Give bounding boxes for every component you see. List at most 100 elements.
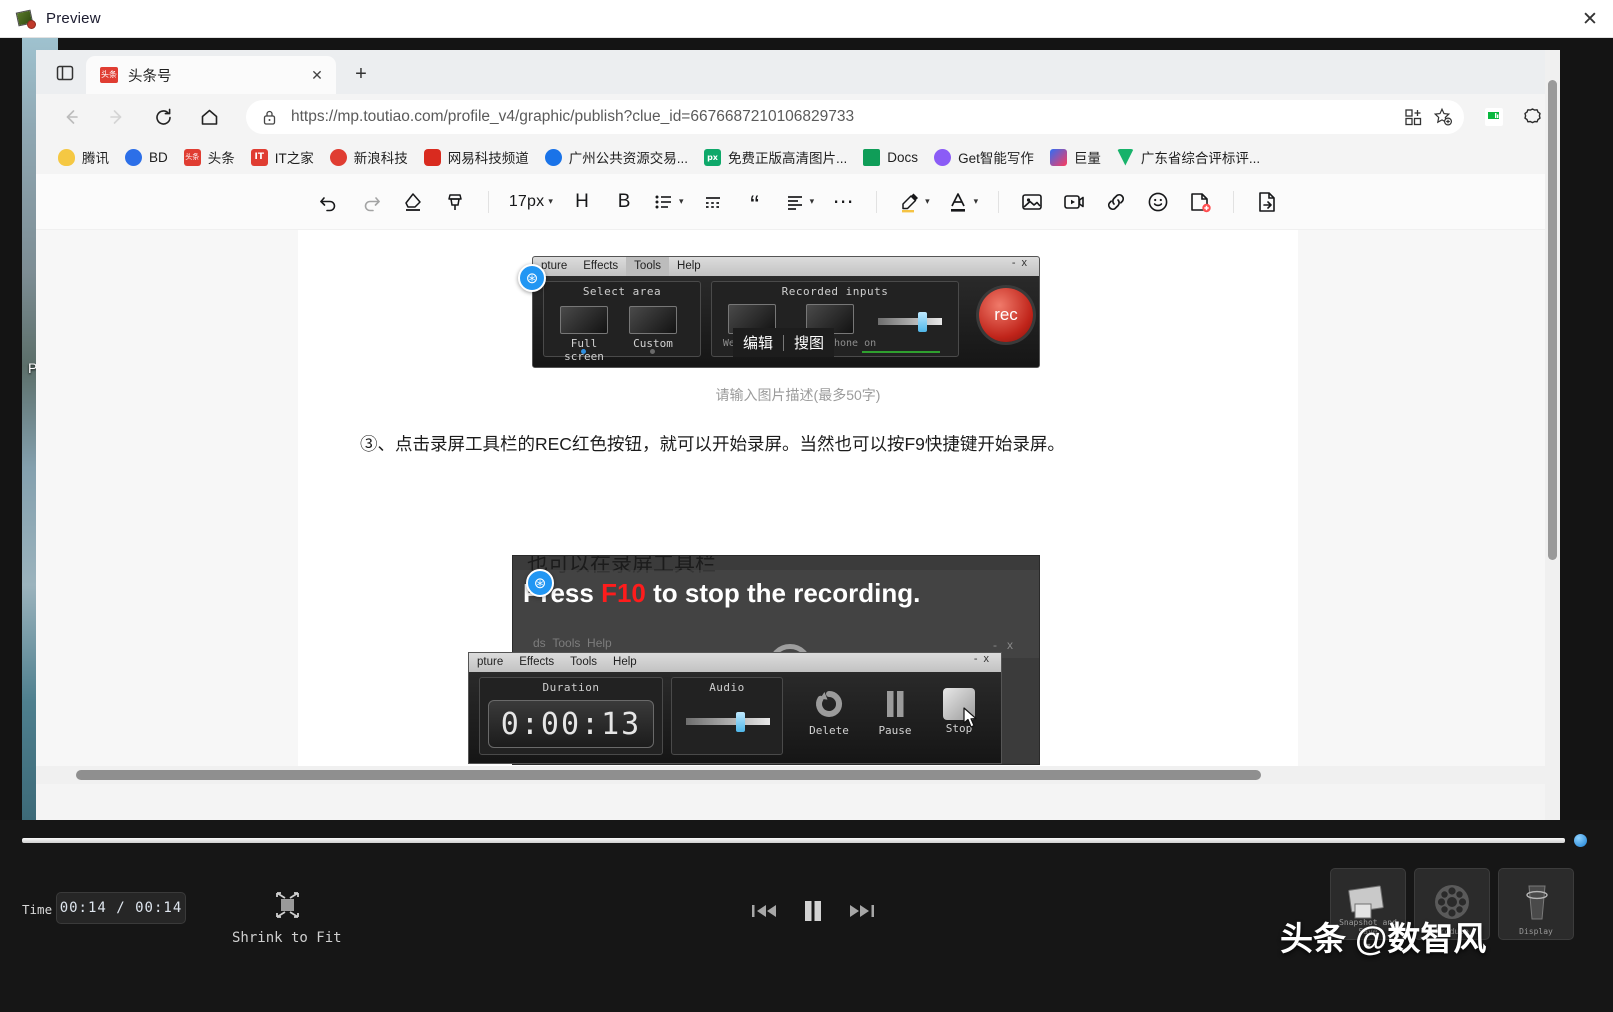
- image-collect-badge-icon[interactable]: ⊛: [526, 569, 554, 597]
- collections-icon[interactable]: [1398, 102, 1428, 132]
- recorder-minimize[interactable]: -: [1012, 257, 1022, 269]
- bookmark-item[interactable]: 广州公共资源交易...: [537, 144, 696, 170]
- align-icon[interactable]: ▾: [778, 183, 821, 221]
- vertical-scrollbar[interactable]: [1545, 50, 1560, 820]
- menu-help[interactable]: Help: [605, 653, 645, 672]
- tencent-qq-icon: [58, 149, 75, 166]
- playback-progress-knob[interactable]: [1574, 834, 1587, 847]
- save-snapshot-tile[interactable]: Snapshot and Save ▼: [1330, 868, 1406, 940]
- insert-emoji-icon[interactable]: [1139, 183, 1177, 221]
- display-tile[interactable]: Display: [1498, 868, 1574, 940]
- google-docs-icon: [863, 149, 880, 166]
- recording-minimize[interactable]: -: [974, 653, 984, 665]
- vertical-scroll-thumb[interactable]: [1548, 80, 1557, 560]
- highlight-icon[interactable]: ▾: [891, 183, 936, 221]
- export-icon[interactable]: [1248, 183, 1286, 221]
- insert-image-icon[interactable]: [1013, 183, 1051, 221]
- chevron-down-icon: ▾: [548, 196, 553, 207]
- wechat-extension-icon[interactable]: [1478, 101, 1510, 133]
- address-bar[interactable]: https://mp.toutiao.com/profile_v4/graphi…: [246, 100, 1464, 134]
- home-icon[interactable]: [192, 100, 226, 134]
- audio-level-slider[interactable]: [878, 318, 942, 325]
- overlay-search-button[interactable]: 搜图: [794, 332, 824, 353]
- next-frame-icon[interactable]: [848, 900, 876, 922]
- bold-button[interactable]: B: [605, 183, 643, 221]
- bullet-list-icon[interactable]: ▾: [647, 183, 690, 221]
- overlay-edit-button[interactable]: 编辑: [743, 332, 773, 353]
- stop-button[interactable]: Stop: [929, 686, 989, 735]
- recorder-close[interactable]: x: [1022, 257, 1034, 269]
- bookmark-item[interactable]: 腾讯: [50, 144, 117, 170]
- document-image-1[interactable]: pture Effects Tools Help -x: [532, 256, 1040, 368]
- menu-tools[interactable]: Tools: [626, 257, 669, 276]
- menu-effects[interactable]: Effects: [575, 257, 626, 276]
- recording-close[interactable]: x: [984, 653, 996, 665]
- rec-button[interactable]: rec: [979, 288, 1033, 342]
- menu-effects[interactable]: Effects: [511, 653, 562, 672]
- bookmark-item[interactable]: px 免费正版高清图片...: [696, 144, 855, 170]
- tab-close-icon[interactable]: ✕: [306, 64, 328, 86]
- document-canvas[interactable]: pture Effects Tools Help -x: [298, 230, 1298, 784]
- forward-icon[interactable]: [100, 100, 134, 134]
- produce-tile[interactable]: Produce: [1414, 868, 1490, 940]
- chevron-down-icon: ▾: [974, 196, 979, 207]
- playback-progress-bar[interactable]: [22, 838, 1565, 843]
- clear-format-icon[interactable]: [394, 183, 432, 221]
- pause-icon[interactable]: [800, 898, 826, 924]
- shrink-to-fit-icon: [265, 886, 309, 924]
- playback-progress-wrap[interactable]: [22, 834, 1587, 848]
- bookmark-item[interactable]: 新浪科技: [322, 144, 416, 170]
- menu-capture[interactable]: pture: [469, 653, 511, 672]
- quote-icon[interactable]: “: [736, 183, 774, 221]
- horizontal-scroll-thumb[interactable]: [76, 770, 1261, 780]
- chevron-down-icon[interactable]: ▼: [1364, 941, 1373, 951]
- new-tab-icon[interactable]: +: [346, 59, 376, 89]
- insert-video-icon[interactable]: [1055, 183, 1093, 221]
- horizontal-scrollbar[interactable]: [36, 766, 1545, 784]
- full-screen-thumb[interactable]: [560, 306, 608, 334]
- custom-area-thumb[interactable]: [629, 306, 677, 334]
- more-options-icon[interactable]: ⋯: [824, 183, 862, 221]
- audio-slider-knob[interactable]: [918, 312, 927, 332]
- shrink-to-fit-button[interactable]: Shrink to Fit: [232, 886, 342, 946]
- insert-card-icon[interactable]: [1181, 183, 1219, 221]
- redo-icon[interactable]: [352, 183, 390, 221]
- prev-frame-icon[interactable]: [750, 900, 778, 922]
- bookmark-item[interactable]: 巨量: [1042, 144, 1109, 170]
- bookmark-item[interactable]: 广东省综合评标评...: [1109, 144, 1268, 170]
- bookmark-label: 新浪科技: [354, 147, 408, 167]
- bookmark-item[interactable]: BD: [117, 146, 176, 169]
- undo-icon[interactable]: [310, 183, 348, 221]
- audio-level-slider[interactable]: [686, 718, 770, 725]
- bookmark-item[interactable]: IT IT之家: [243, 144, 322, 170]
- bookmark-item[interactable]: Get智能写作: [926, 144, 1042, 170]
- reload-icon[interactable]: [146, 100, 180, 134]
- heading-button[interactable]: H: [563, 183, 601, 221]
- menu-help[interactable]: Help: [669, 257, 709, 276]
- bookmark-label: 腾讯: [82, 147, 109, 167]
- bookmark-item[interactable]: Docs: [855, 146, 926, 169]
- audio-slider-knob[interactable]: [736, 712, 745, 732]
- insert-link-icon[interactable]: [1097, 183, 1135, 221]
- bookmark-item[interactable]: 网易科技频道: [416, 144, 537, 170]
- window-close-button[interactable]: ✕: [1567, 0, 1613, 38]
- browser-tab[interactable]: 头条 头条号 ✕: [86, 56, 336, 94]
- menu-tools[interactable]: Tools: [562, 653, 605, 672]
- select-area-title: Select area: [544, 282, 700, 298]
- document-image-2[interactable]: 也可以在录屏工具栏 Press F10 to stop the recordin…: [512, 555, 1040, 765]
- dashed-list-icon[interactable]: [694, 183, 732, 221]
- image-caption-1[interactable]: 请输入图片描述(最多50字): [298, 385, 1298, 405]
- sidebar-toggle-icon[interactable]: [50, 58, 80, 88]
- delete-button[interactable]: Delete: [799, 686, 859, 737]
- image-collect-badge-icon[interactable]: ⊛: [518, 264, 546, 292]
- font-color-icon[interactable]: ▾: [940, 183, 985, 221]
- font-size-selector[interactable]: 17px ▾: [503, 183, 559, 221]
- pause-button[interactable]: Pause: [865, 686, 925, 737]
- format-painter-icon[interactable]: [436, 183, 474, 221]
- settings-gear-icon[interactable]: [1516, 101, 1548, 133]
- juliang-icon: [1050, 149, 1067, 166]
- time-display[interactable]: 00:14 / 00:14: [56, 892, 186, 924]
- add-favorite-icon[interactable]: [1428, 102, 1458, 132]
- bookmark-item[interactable]: 头条 头条: [176, 144, 243, 170]
- back-icon[interactable]: [54, 100, 88, 134]
